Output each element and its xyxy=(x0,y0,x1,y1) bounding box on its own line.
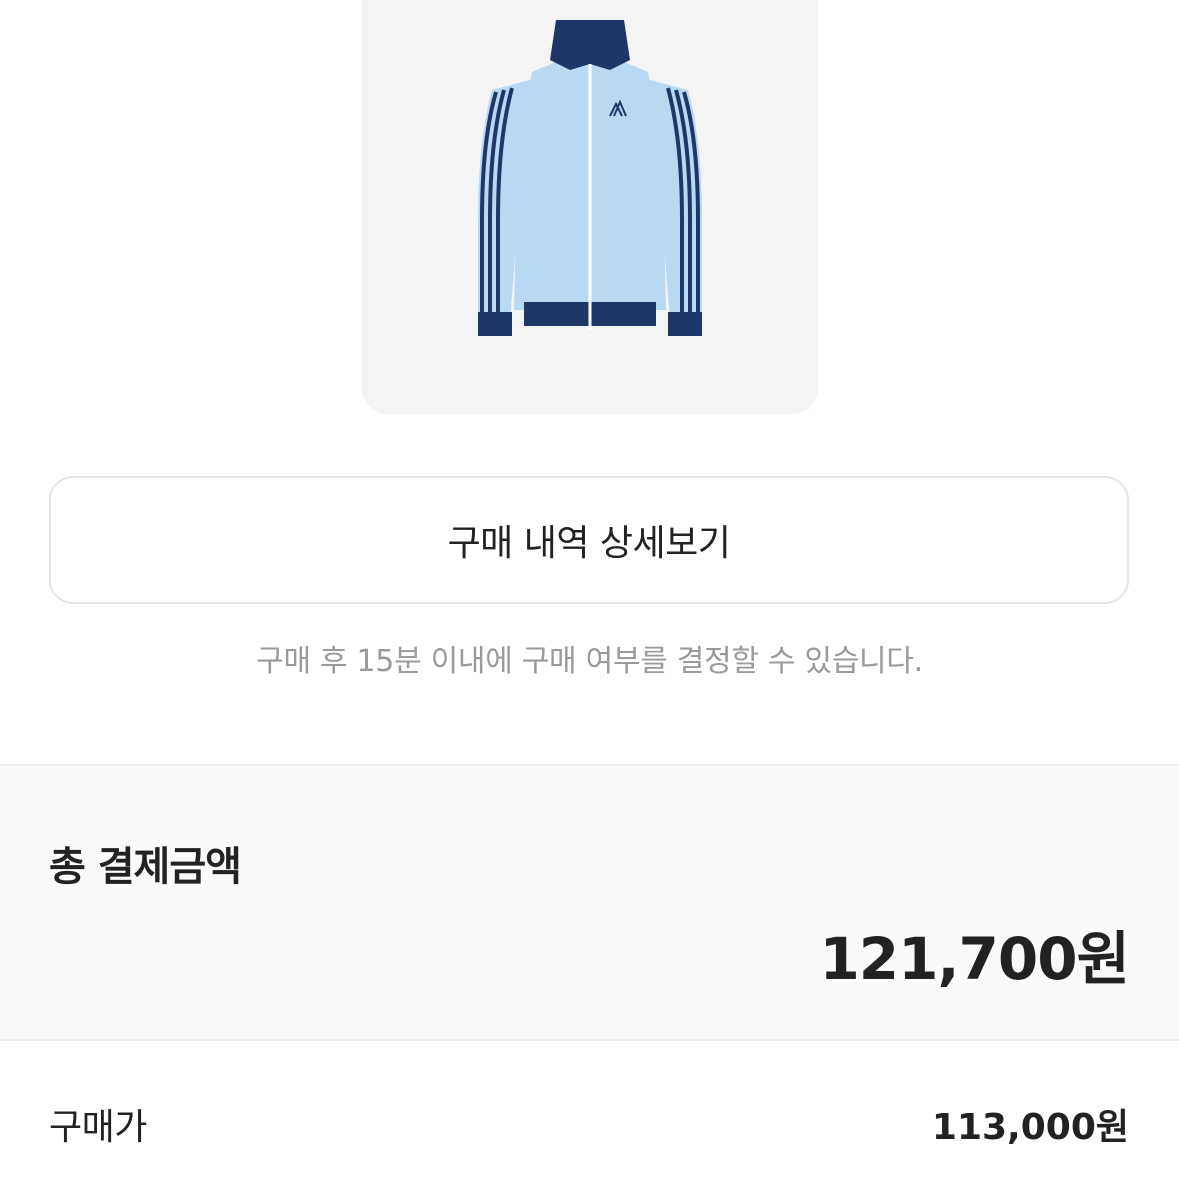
price-breakdown-row: 구매가 113,000원 xyxy=(49,1098,1129,1148)
total-payment-amount: 121,700원 xyxy=(819,925,1130,993)
purchase-price-label: 구매가 xyxy=(49,1107,147,1148)
purchase-detail-button[interactable]: 구매 내역 상세보기 xyxy=(49,476,1129,604)
decision-notice: 구매 후 15분 이내에 구매 여부를 결정할 수 있습니다. xyxy=(256,644,923,679)
total-payment-label: 총 결제금액 xyxy=(49,844,242,890)
purchase-price-value: 113,000원 xyxy=(931,1107,1129,1148)
product-image-card xyxy=(362,0,818,414)
track-jacket-image xyxy=(478,20,702,336)
total-payment-section: 총 결제금액 121,700원 xyxy=(0,764,1179,1041)
